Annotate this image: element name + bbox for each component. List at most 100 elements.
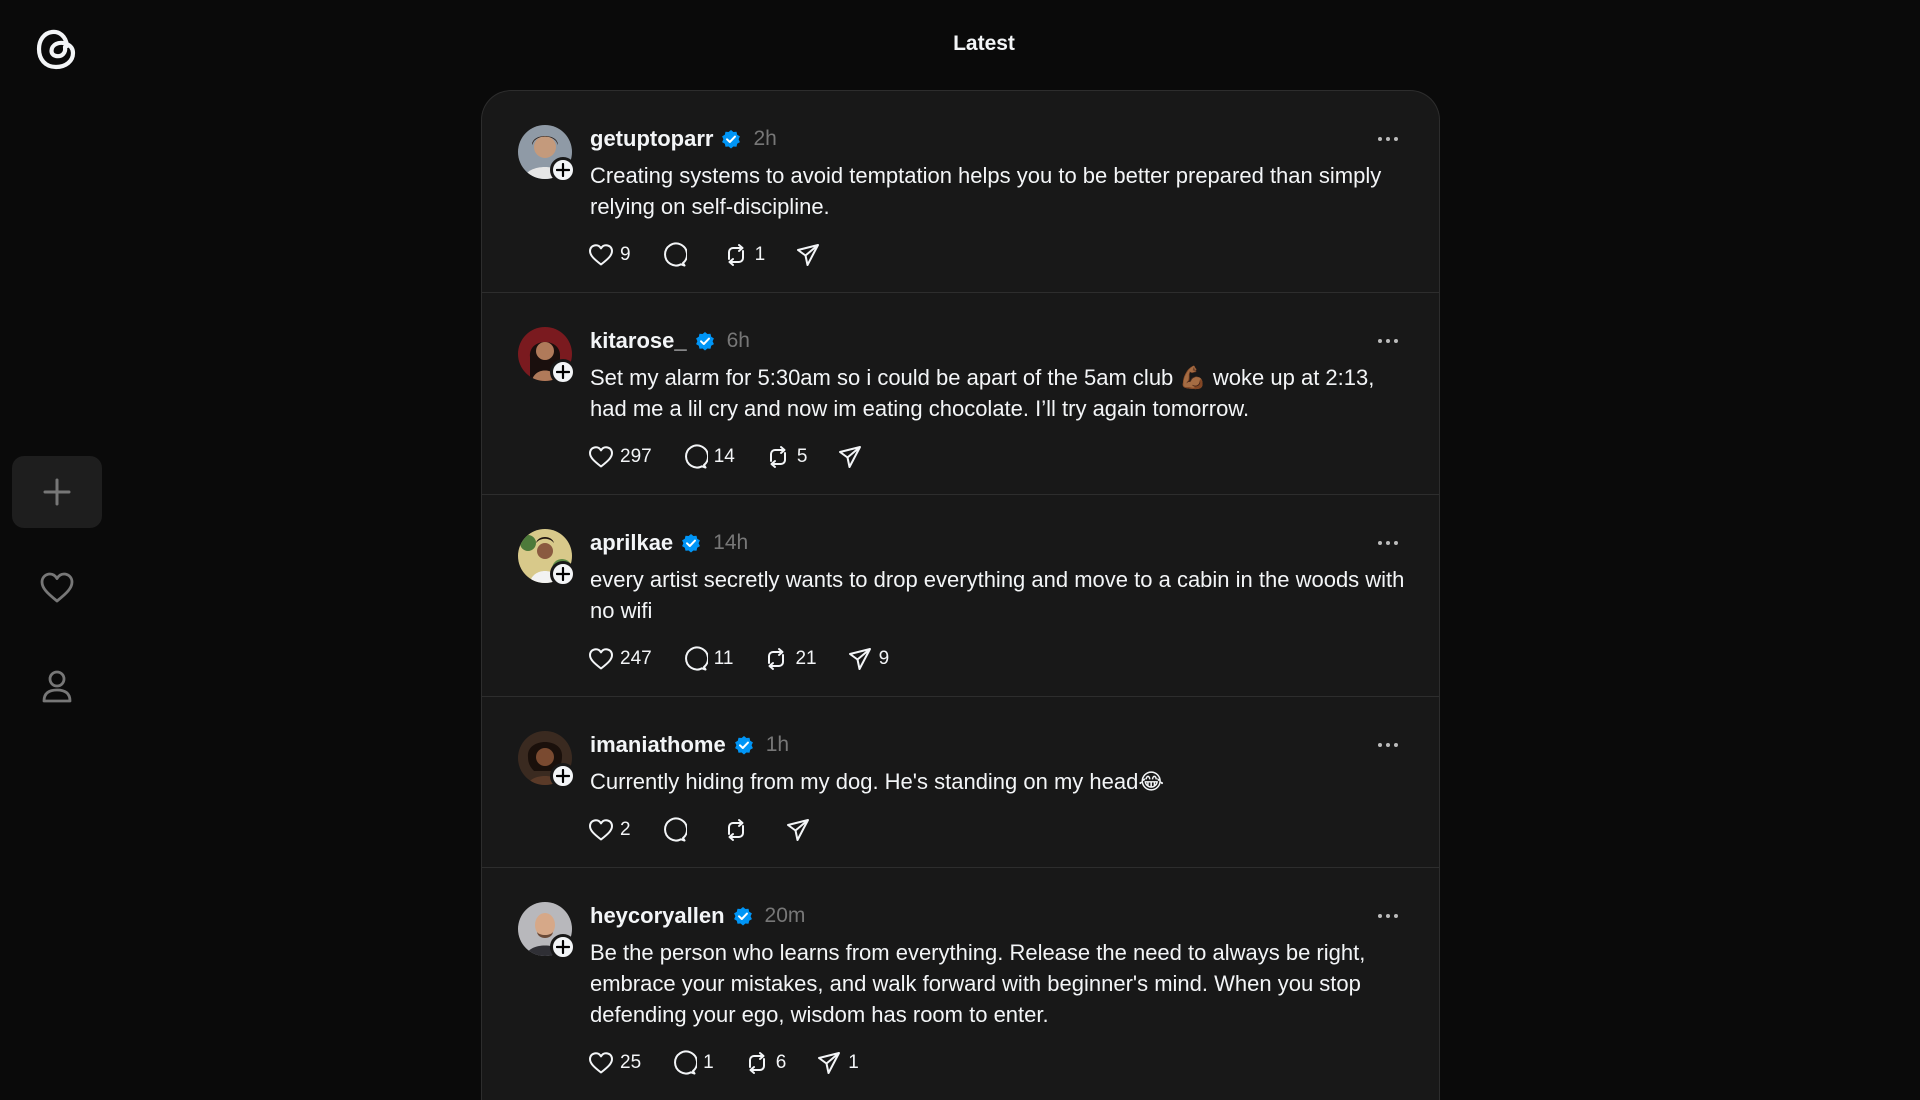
repost-count: 1 (754, 244, 766, 265)
username[interactable]: aprilkae (590, 530, 673, 556)
username[interactable]: heycoryallen (590, 903, 725, 929)
post: getuptoparr 2h Creating systems to avoid… (482, 91, 1439, 293)
post-text: Be the person who learns from everything… (590, 940, 1366, 1027)
more-options-icon[interactable] (1373, 531, 1403, 555)
repost-icon (727, 819, 744, 841)
repost-icon (768, 648, 785, 670)
share-button[interactable] (795, 242, 827, 268)
heart-icon (589, 446, 613, 468)
person-icon (42, 670, 72, 703)
more-options-icon[interactable] (1373, 127, 1403, 151)
repost-count: 5 (796, 446, 808, 467)
post-actions: 9 1 (588, 238, 1403, 272)
more-options-icon[interactable] (1373, 329, 1403, 353)
plus-icon (43, 478, 71, 506)
repost-count: 6 (775, 1052, 787, 1073)
post-time: 6h (726, 329, 750, 352)
feed: getuptoparr 2h Creating systems to avoid… (481, 90, 1440, 1100)
repost-count: 21 (795, 648, 817, 669)
avatar[interactable] (518, 125, 576, 183)
post: kitarose_ 6h Set my alarm for 5:30am so … (482, 293, 1439, 495)
more-options-icon[interactable] (1373, 733, 1403, 757)
username[interactable]: imaniathome (590, 732, 726, 758)
like-button[interactable]: 297 (588, 445, 652, 469)
post-actions: 247 11 21 9 (588, 642, 1403, 676)
like-count: 297 (620, 446, 652, 467)
like-count: 247 (620, 648, 652, 669)
share-button[interactable]: 1 (816, 1050, 859, 1076)
verified-badge-icon (721, 129, 741, 149)
follow-plus-icon[interactable] (550, 157, 576, 183)
share-button[interactable] (785, 817, 817, 843)
like-button[interactable]: 2 (588, 818, 631, 842)
username[interactable]: kitarose_ (590, 328, 687, 354)
profile-button[interactable] (12, 650, 102, 722)
avatar[interactable] (518, 529, 576, 587)
like-count: 9 (620, 244, 631, 265)
threads-logo-icon[interactable] (30, 22, 82, 74)
post-time: 20m (764, 904, 806, 927)
page-title: Latest (953, 32, 1015, 55)
repost-icon (769, 446, 786, 468)
send-icon (848, 648, 871, 670)
send-icon (818, 1052, 841, 1074)
heart-icon (589, 1052, 613, 1074)
share-count: 9 (878, 648, 890, 669)
reply-count: 11 (713, 648, 734, 669)
post-actions: 25 1 6 1 (588, 1046, 1403, 1080)
reply-button[interactable]: 11 (682, 646, 734, 672)
like-button[interactable]: 9 (588, 243, 631, 267)
username[interactable]: getuptoparr (590, 126, 713, 152)
post-actions: 297 14 5 (588, 440, 1403, 474)
like-button[interactable]: 25 (588, 1051, 641, 1075)
share-button[interactable] (837, 444, 869, 470)
like-count: 25 (620, 1052, 642, 1073)
reply-button[interactable] (661, 817, 693, 843)
comment-icon (684, 444, 708, 469)
post-time: 2h (753, 127, 777, 150)
heart-icon (589, 648, 613, 670)
comment-icon (663, 817, 687, 842)
avatar[interactable] (518, 731, 576, 789)
post-text: Set my alarm for 5:30am so i could be ap… (590, 365, 1375, 421)
post: heycoryallen 20m Be the person who learn… (482, 868, 1439, 1100)
share-button[interactable]: 9 (847, 646, 890, 672)
post-actions: 2 (588, 813, 1403, 847)
post-text: Creating systems to avoid temptation hel… (590, 163, 1382, 219)
post-text: Currently hiding from my dog. He's stand… (590, 769, 1165, 794)
post-text: every artist secretly wants to drop ever… (590, 567, 1405, 623)
post: aprilkae 14h every artist secretly wants… (482, 495, 1439, 697)
repost-button[interactable]: 1 (723, 242, 766, 268)
send-icon (839, 446, 862, 468)
like-button[interactable]: 247 (588, 647, 652, 671)
reply-count: 14 (713, 446, 735, 467)
comment-icon (663, 242, 687, 267)
activity-button[interactable] (12, 552, 102, 624)
repost-icon (748, 1052, 765, 1074)
follow-plus-icon[interactable] (550, 934, 576, 960)
repost-icon (727, 244, 744, 266)
reply-count: 1 (703, 1052, 714, 1073)
create-button[interactable] (12, 456, 102, 528)
reply-button[interactable]: 14 (682, 444, 735, 470)
avatar[interactable] (518, 327, 576, 385)
send-icon (797, 244, 820, 266)
follow-plus-icon[interactable] (550, 359, 576, 385)
verified-badge-icon (734, 735, 754, 755)
reply-button[interactable]: 1 (671, 1050, 714, 1076)
follow-plus-icon[interactable] (550, 561, 576, 587)
more-options-icon[interactable] (1373, 904, 1403, 928)
reply-button[interactable] (661, 242, 693, 268)
post: imaniathome 1h Currently hiding from my … (482, 697, 1439, 868)
verified-badge-icon (695, 331, 715, 351)
heart-icon (40, 572, 74, 603)
avatar[interactable] (518, 902, 576, 960)
repost-button[interactable]: 5 (765, 444, 808, 470)
follow-plus-icon[interactable] (550, 763, 576, 789)
repost-button[interactable] (723, 817, 755, 843)
repost-button[interactable]: 6 (744, 1050, 787, 1076)
like-count: 2 (620, 819, 631, 840)
repost-button[interactable]: 21 (763, 646, 817, 672)
verified-badge-icon (681, 533, 701, 553)
sidebar (0, 0, 114, 1080)
